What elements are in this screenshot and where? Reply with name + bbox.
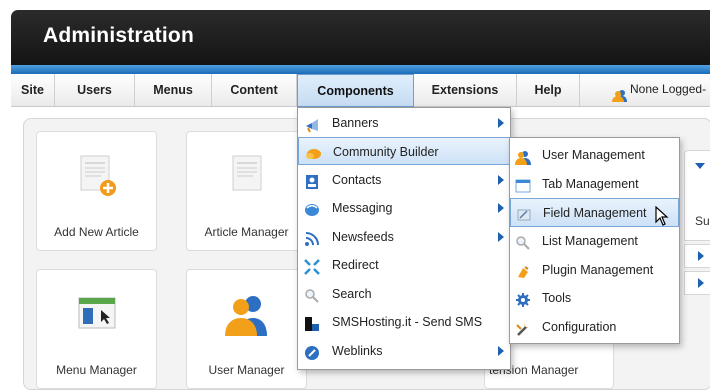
header-accent-bar	[11, 65, 710, 74]
submenu-item-user-management[interactable]: User Management	[510, 141, 679, 170]
submenu-item-plugin-management[interactable]: Plugin Management	[510, 256, 679, 285]
menu-site[interactable]: Site	[11, 74, 55, 106]
messaging-icon	[304, 200, 320, 216]
login-status: None Logged-	[612, 74, 706, 106]
menu-item-sms[interactable]: SMSHosting.it - Send SMS	[298, 308, 510, 336]
menu-item-search[interactable]: Search	[298, 280, 510, 308]
community-builder-submenu: User Management Tab Management Field Man…	[509, 137, 680, 344]
menu-extensions[interactable]: Extensions	[414, 74, 517, 106]
redirect-icon	[304, 257, 320, 275]
right-panel-body: Su	[684, 180, 710, 241]
add-article-icon	[75, 154, 119, 203]
menu-item-community-builder[interactable]: Community Builder	[298, 137, 510, 165]
add-new-article-card[interactable]: Add New Article	[36, 131, 157, 251]
user-manager-icon	[223, 292, 271, 341]
list-management-icon	[515, 233, 531, 250]
menu-users[interactable]: Users	[55, 74, 135, 106]
right-panel-row-1[interactable]	[684, 244, 710, 268]
user-icon	[612, 83, 627, 103]
menu-content[interactable]: Content	[212, 74, 297, 106]
menu-item-redirect[interactable]: Redirect	[298, 251, 510, 279]
newsfeeds-icon	[304, 229, 320, 246]
submenu-arrow-icon	[498, 175, 504, 185]
menu-manager-label: Menu Manager	[56, 363, 137, 377]
menu-item-weblinks[interactable]: Weblinks	[298, 337, 510, 365]
menu-item-newsfeeds[interactable]: Newsfeeds	[298, 223, 510, 251]
chevron-right-icon	[698, 251, 704, 261]
submenu-item-tools[interactable]: Tools	[510, 284, 679, 313]
menu-help[interactable]: Help	[517, 74, 580, 106]
right-partial-text: Su	[695, 214, 710, 228]
configuration-icon	[515, 319, 531, 336]
submenu-item-field-management[interactable]: Field Management	[510, 198, 679, 227]
tools-icon	[515, 290, 531, 307]
main-menubar: Site Users Menus Content Components Exte…	[11, 74, 710, 107]
field-management-icon	[516, 205, 532, 221]
article-manager-card[interactable]: Article Manager	[186, 131, 307, 251]
user-manager-label: User Manager	[208, 363, 285, 377]
menu-item-banners[interactable]: Banners	[298, 109, 510, 137]
menu-components[interactable]: Components	[297, 74, 414, 107]
components-dropdown: Banners Community Builder Contacts Messa…	[297, 107, 511, 370]
search-icon	[304, 286, 320, 303]
article-manager-icon	[225, 154, 269, 203]
submenu-arrow-icon	[498, 346, 504, 356]
submenu-arrow-icon	[498, 118, 504, 128]
user-manager-card[interactable]: User Manager	[186, 269, 307, 389]
login-status-text: None Logged-	[630, 82, 707, 96]
submenu-arrow-icon	[498, 203, 504, 213]
contacts-icon	[304, 172, 320, 189]
chevron-down-icon	[695, 163, 705, 169]
weblinks-icon	[304, 343, 320, 360]
submenu-arrow-icon	[498, 232, 504, 242]
banners-icon	[304, 115, 320, 133]
menu-item-contacts[interactable]: Contacts	[298, 166, 510, 194]
menu-item-messaging[interactable]: Messaging	[298, 194, 510, 222]
menu-manager-icon	[75, 292, 119, 341]
article-manager-label: Article Manager	[204, 225, 289, 239]
mouse-cursor-icon	[655, 205, 669, 231]
page-title: Administration	[43, 24, 194, 47]
submenu-item-configuration[interactable]: Configuration	[510, 313, 679, 342]
add-new-article-label: Add New Article	[54, 225, 139, 239]
user-management-icon	[515, 147, 531, 165]
plugin-management-icon	[515, 262, 531, 278]
submenu-item-tab-management[interactable]: Tab Management	[510, 170, 679, 199]
admin-header: Administration	[11, 10, 710, 65]
right-panel-row-2[interactable]	[684, 271, 710, 295]
right-panel-header[interactable]	[684, 150, 710, 182]
submenu-item-list-management[interactable]: List Management	[510, 227, 679, 256]
chevron-right-icon	[698, 278, 704, 288]
sms-icon	[304, 314, 320, 331]
community-builder-icon	[305, 144, 321, 160]
menu-manager-card[interactable]: Menu Manager	[36, 269, 157, 389]
tab-management-icon	[515, 176, 531, 193]
menu-menus[interactable]: Menus	[135, 74, 212, 106]
